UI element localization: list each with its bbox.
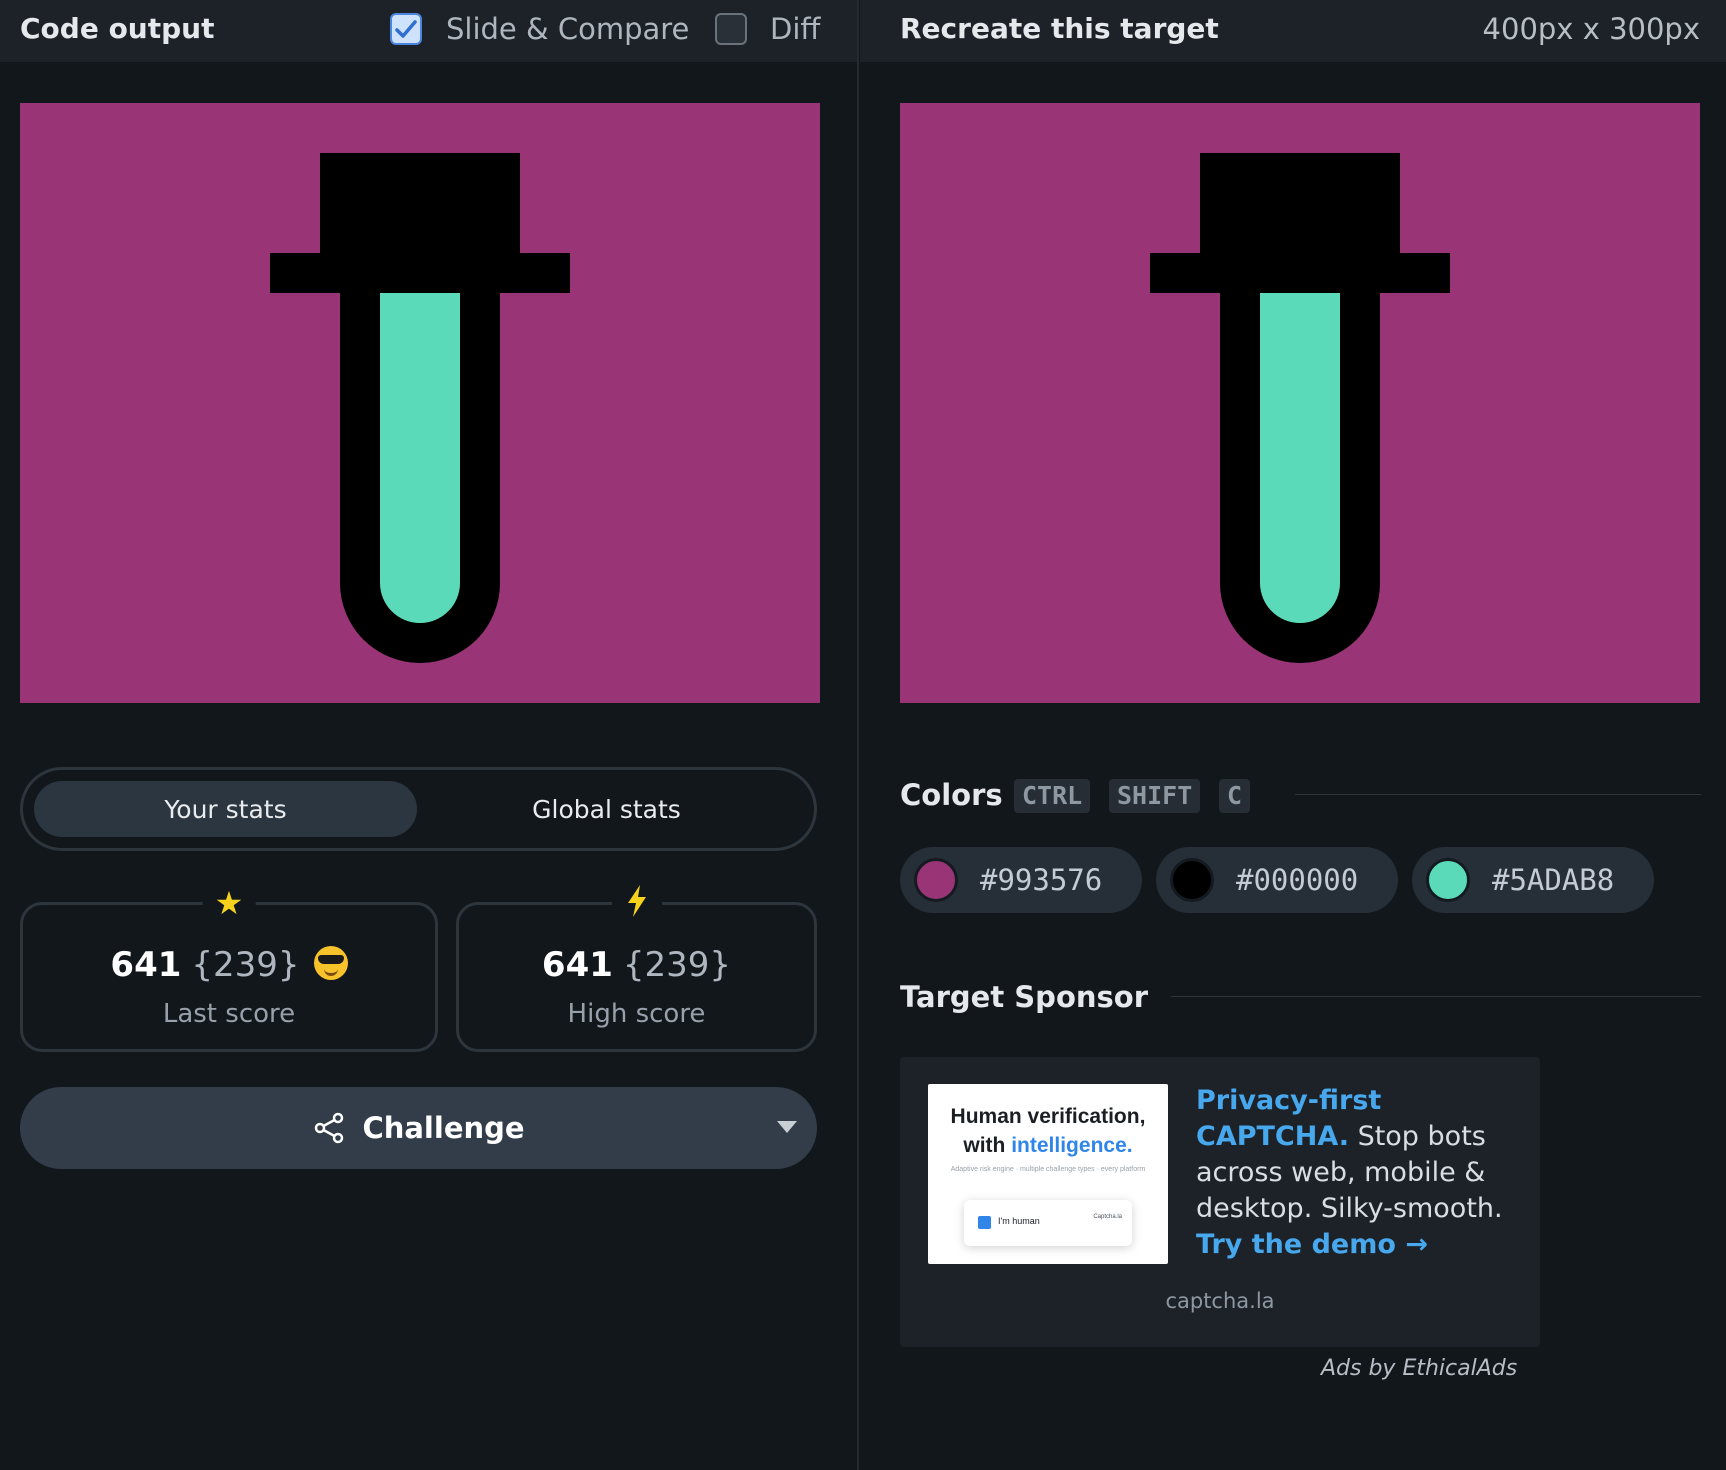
target-test-tube bbox=[1150, 153, 1450, 663]
ad-image[interactable]: Human verification, with intelligence. A… bbox=[928, 1084, 1168, 1264]
ad-image-subtitle: Adaptive risk engine · multiple challeng… bbox=[950, 1166, 1146, 1173]
last-score-number: 641 bbox=[110, 945, 182, 985]
last-score-sub: {239} bbox=[191, 945, 300, 985]
sponsor-divider bbox=[1171, 996, 1701, 997]
last-score-value: 641 {239} bbox=[23, 945, 435, 985]
color-hex: #000000 bbox=[1236, 863, 1359, 897]
share-icon bbox=[315, 1112, 344, 1144]
your-stats-tab[interactable]: Your stats bbox=[34, 781, 417, 837]
color-hex: #993576 bbox=[980, 863, 1103, 897]
chevron-down-icon[interactable] bbox=[777, 1121, 797, 1133]
ad-copy: Privacy-first CAPTCHA. Stop bots across … bbox=[1196, 1083, 1516, 1263]
color-swatch bbox=[914, 858, 958, 902]
target-tube-rim bbox=[1150, 253, 1450, 293]
high-score-sub: {239} bbox=[622, 945, 732, 985]
ad-card-label: I'm human bbox=[998, 1216, 1040, 1226]
diff-checkbox[interactable] bbox=[715, 13, 747, 45]
tube-rim bbox=[270, 253, 570, 293]
panel-divider bbox=[857, 0, 859, 1470]
color-swatch bbox=[1426, 858, 1470, 902]
high-score-card: 641 {239} High score bbox=[456, 883, 817, 1052]
code-output-header: Code output Slide & Compare Diff bbox=[0, 0, 858, 62]
ad-cta-link[interactable]: Try the demo → bbox=[1196, 1229, 1428, 1260]
target-header: Recreate this target 400px x 300px bbox=[860, 0, 1726, 62]
ad-image-title: Human verification, with intelligence. bbox=[950, 1105, 1146, 1157]
checkbox-icon bbox=[978, 1216, 991, 1229]
color-swatch bbox=[1170, 858, 1214, 902]
sunglasses-emoji-icon bbox=[313, 946, 348, 980]
sponsor-ad[interactable]: Human verification, with intelligence. A… bbox=[900, 1057, 1540, 1347]
slide-compare-checkbox[interactable] bbox=[390, 13, 422, 45]
high-score-number: 641 bbox=[541, 945, 613, 985]
color-chip[interactable]: #993576 bbox=[900, 847, 1142, 913]
global-stats-tab[interactable]: Global stats bbox=[415, 781, 798, 837]
ad-card-brand: Captcha.la bbox=[1093, 1214, 1122, 1220]
challenge-button[interactable]: Challenge bbox=[20, 1087, 817, 1169]
shortcut-key-shift: SHIFT bbox=[1109, 779, 1201, 813]
code-output-title: Code output bbox=[20, 12, 215, 45]
shortcut-key-ctrl: CTRL bbox=[1014, 779, 1091, 813]
challenge-label: Challenge bbox=[362, 1111, 525, 1145]
slide-compare-label[interactable]: Slide & Compare bbox=[446, 12, 689, 46]
tube-liquid bbox=[380, 293, 460, 623]
ad-image-captcha-card: I'm human Captcha.la bbox=[964, 1200, 1132, 1246]
last-score-card: ★ 641 {239} Last score bbox=[20, 883, 438, 1052]
target-title: Recreate this target bbox=[900, 12, 1219, 45]
shortcut-key-c: C bbox=[1219, 779, 1251, 813]
ads-credit-link[interactable]: Ads by EthicalAds bbox=[1321, 1356, 1517, 1381]
color-chip[interactable]: #000000 bbox=[1156, 847, 1398, 913]
colors-title: Colors bbox=[900, 778, 1003, 812]
target-panel: Recreate this target 400px x 300px Color… bbox=[860, 0, 1726, 1470]
color-hex: #5ADAB8 bbox=[1492, 863, 1615, 897]
last-score-label: Last score bbox=[162, 999, 296, 1029]
target-canvas bbox=[900, 103, 1700, 703]
check-icon bbox=[395, 20, 417, 38]
code-output-panel: Code output Slide & Compare Diff Your st… bbox=[0, 0, 858, 1470]
high-score-value: 641 {239} bbox=[459, 945, 814, 985]
stats-toggle: Your stats Global stats bbox=[20, 767, 817, 851]
tube-cap bbox=[320, 153, 520, 253]
sponsor-title: Target Sponsor bbox=[900, 980, 1149, 1014]
colors-divider bbox=[1295, 794, 1701, 795]
high-score-label: High score bbox=[567, 999, 706, 1029]
star-icon: ★ bbox=[202, 883, 256, 923]
code-output-canvas[interactable] bbox=[20, 103, 820, 703]
ad-domain[interactable]: captcha.la bbox=[900, 1289, 1540, 1313]
target-tube-liquid bbox=[1260, 293, 1340, 623]
test-tube-render bbox=[270, 153, 570, 663]
target-tube-cap bbox=[1200, 153, 1400, 253]
target-dimensions: 400px x 300px bbox=[1482, 12, 1700, 46]
diff-label[interactable]: Diff bbox=[770, 12, 820, 46]
color-chip[interactable]: #5ADAB8 bbox=[1412, 847, 1654, 913]
lightning-icon bbox=[611, 883, 662, 928]
